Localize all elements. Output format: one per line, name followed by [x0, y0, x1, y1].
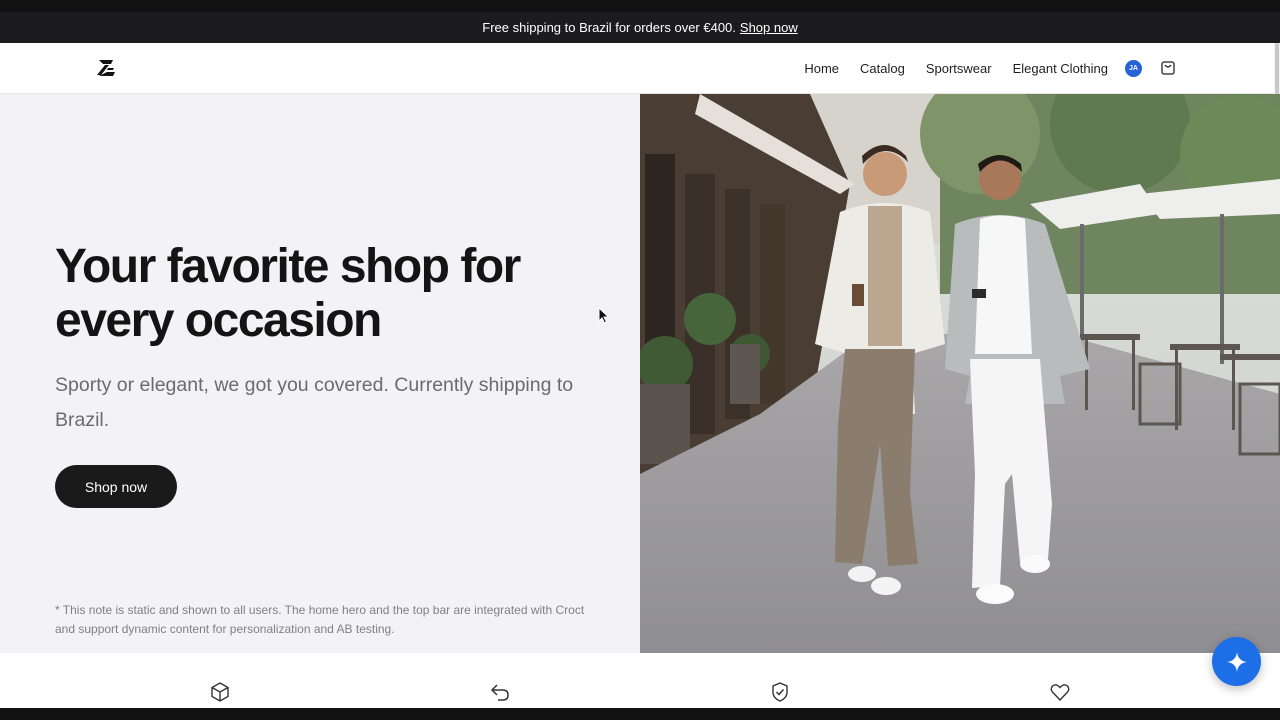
- nav-link-sportswear[interactable]: Sportswear: [926, 61, 992, 76]
- shield-check-icon: [772, 682, 788, 702]
- window-bottom-strip: [0, 708, 1280, 720]
- hero-photo-two-men-walking: [640, 94, 1280, 653]
- announcement-shop-now-link[interactable]: Shop now: [740, 20, 798, 35]
- features-strip: [0, 653, 1280, 708]
- box-icon: [211, 682, 229, 702]
- mouse-cursor-icon: [598, 307, 610, 324]
- hero-title: Your favorite shop for every occasion: [55, 240, 521, 347]
- sparkle-icon: [1226, 651, 1247, 672]
- hero-note: * This note is static and shown to all u…: [55, 603, 585, 636]
- return-arrow-icon: [490, 684, 509, 701]
- nav-link-elegant-clothing[interactable]: Elegant Clothing: [1013, 61, 1108, 76]
- shopping-bag-icon[interactable]: [1160, 60, 1176, 76]
- scrollbar-thumb[interactable]: [1275, 43, 1279, 95]
- hero-text-panel: Your favorite shop for every occasion Sp…: [0, 94, 640, 653]
- nav-link-catalog[interactable]: Catalog: [860, 61, 905, 76]
- assistant-fab-button[interactable]: [1212, 637, 1261, 686]
- announcement-text: Free shipping to Brazil for orders over …: [482, 20, 736, 35]
- hero-shop-now-button[interactable]: Shop now: [55, 465, 177, 508]
- avatar[interactable]: JA: [1125, 59, 1142, 77]
- hero-subtitle: Sporty or elegant, we got you covered. C…: [55, 374, 574, 431]
- store-logo-icon[interactable]: [93, 57, 119, 79]
- nav-link-home[interactable]: Home: [804, 61, 839, 76]
- announcement-bar: Free shipping to Brazil for orders over …: [0, 12, 1280, 43]
- nav-links: Home Catalog Sportswear Elegant Clothing…: [804, 43, 1176, 93]
- heart-icon: [1050, 684, 1070, 702]
- header-nav: Home Catalog Sportswear Elegant Clothing…: [0, 43, 1274, 94]
- window-top-strip: [0, 0, 1280, 12]
- hero-photo: [640, 94, 1280, 653]
